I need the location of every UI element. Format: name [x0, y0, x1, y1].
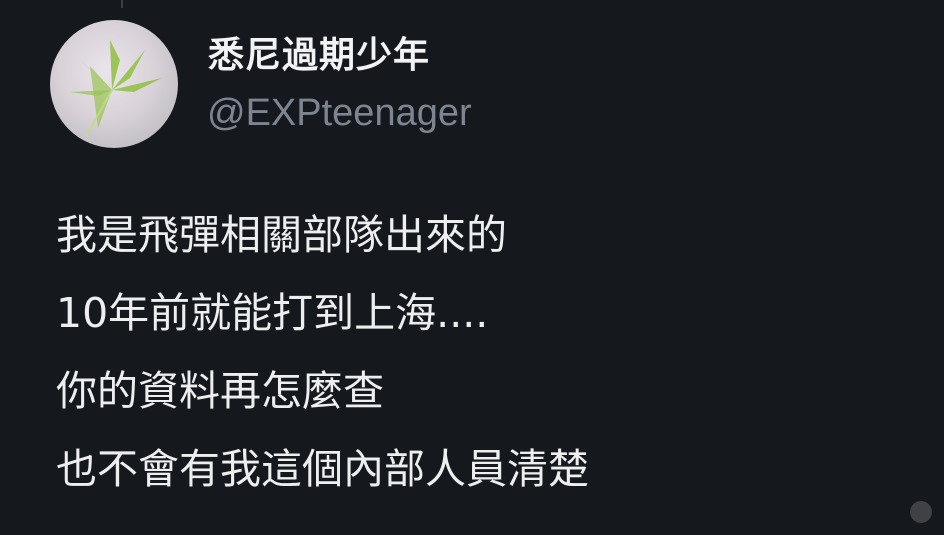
- display-name[interactable]: 悉尼過期少年: [208, 26, 430, 78]
- user-handle[interactable]: @EXPteenager: [207, 92, 472, 135]
- tweet-screenshot: 悉尼過期少年 @EXPteenager 我是飛彈相關部隊出來的 10年前就能打到…: [0, 0, 944, 535]
- tweet-text-line: 10年前就能打到上海....: [56, 289, 489, 337]
- tweet-text-line: 我是飛彈相關部隊出來的: [56, 211, 507, 259]
- thread-connector-line: [121, 0, 123, 8]
- watermark-icon: [910, 501, 932, 523]
- cannabis-leaf-icon: [70, 40, 162, 137]
- tweet-text-line: 你的資料再怎麼查: [56, 367, 384, 415]
- tweet-text: 我是飛彈相關部隊出來的 10年前就能打到上海.... 你的資料再怎麼查 也不會有…: [56, 196, 916, 508]
- avatar[interactable]: [50, 20, 178, 148]
- tweet-text-line: 也不會有我這個內部人員清楚: [56, 445, 589, 493]
